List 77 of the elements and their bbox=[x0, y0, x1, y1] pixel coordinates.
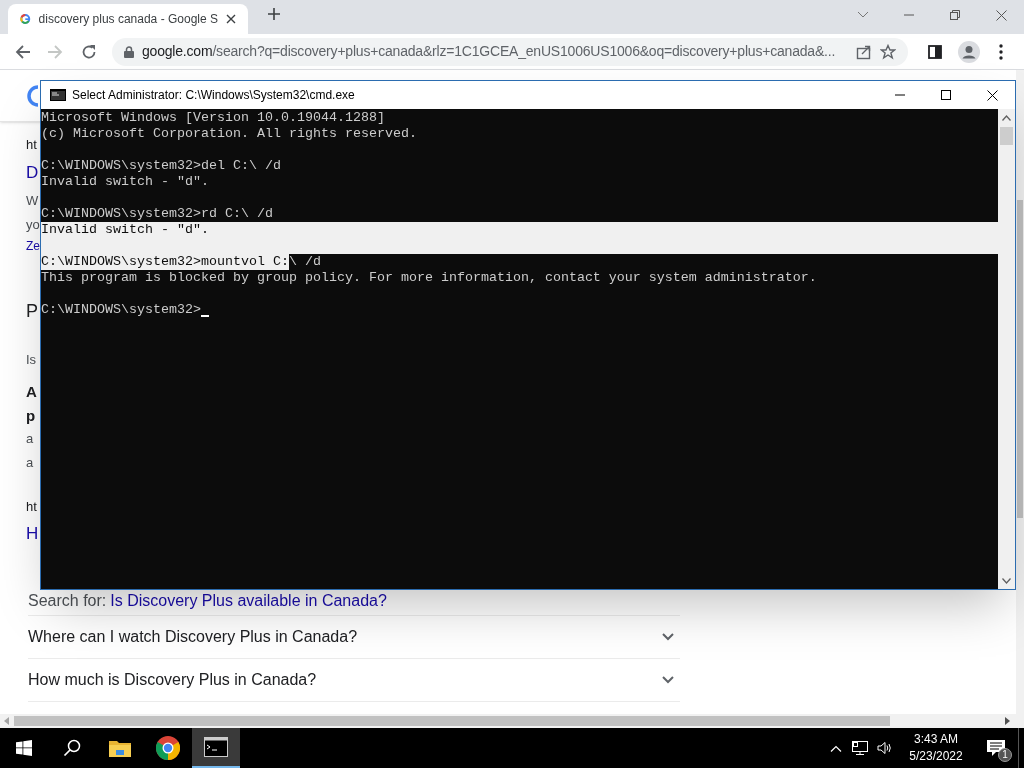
scroll-down-icon bbox=[1002, 578, 1011, 584]
scrollbar-thumb[interactable] bbox=[14, 716, 890, 726]
terminal-icon bbox=[50, 89, 66, 101]
scroll-up-icon bbox=[1002, 115, 1011, 121]
scrollbar-thumb[interactable] bbox=[1017, 200, 1023, 518]
restore-icon bbox=[950, 10, 960, 20]
minimize-icon bbox=[895, 94, 905, 96]
text-fragment: ht bbox=[26, 138, 37, 151]
related-search-link[interactable]: Is Discovery Plus available in Canada? bbox=[110, 588, 387, 613]
chevron-down-icon bbox=[662, 633, 674, 641]
console-text: (c) Microsoft Corporation. All rights reserved. bbox=[41, 126, 417, 142]
selected-console-text: Invalid switch - "d". bbox=[41, 222, 209, 238]
chevron-up-icon bbox=[830, 744, 842, 752]
console-text: C:\WINDOWS\system32> bbox=[41, 302, 201, 318]
forward-arrow-icon bbox=[47, 43, 63, 60]
chrome-icon bbox=[156, 736, 180, 760]
lock-icon bbox=[124, 45, 134, 58]
console-text: Microsoft Windows [Version 10.0.19044.1288] bbox=[41, 110, 385, 126]
text-fragment: H bbox=[26, 525, 39, 542]
back-arrow-icon bbox=[15, 43, 31, 60]
reload-icon bbox=[81, 43, 97, 60]
text-fragment: W bbox=[26, 194, 39, 207]
browser-tab[interactable]: discovery plus canada - Google S bbox=[8, 4, 248, 34]
search-for-label: Search for: bbox=[28, 590, 107, 611]
text-fragment: Ze bbox=[26, 240, 40, 252]
window-title: Select Administrator: C:\Windows\System32\cmd.exe bbox=[72, 87, 356, 104]
taskbar-button[interactable] bbox=[192, 728, 240, 768]
side-panel-icon bbox=[928, 44, 942, 59]
question-row[interactable]: Where can I watch Discovery Plus in Canada? bbox=[28, 616, 680, 659]
text-fragment: yo bbox=[26, 218, 40, 231]
selected-console-text: C:\WINDOWS\system32>mountvol C: bbox=[41, 254, 289, 270]
notification-badge: 1 bbox=[998, 748, 1012, 762]
scrollbar-thumb[interactable] bbox=[1000, 127, 1013, 145]
profile-icon bbox=[958, 40, 980, 63]
plus-icon bbox=[267, 7, 281, 21]
text-fragment: D bbox=[26, 164, 39, 181]
text-fragment: p bbox=[26, 408, 36, 423]
question-text: Where can I watch Discovery Plus in Canada? bbox=[28, 627, 358, 647]
tab-title: discovery plus canada - Google S bbox=[38, 11, 218, 28]
folder-icon bbox=[109, 739, 131, 757]
url-text: google.com/search?q=discovery+plus+canada&rlz=1C1GCEA_enUS1006US1006&oq=discovery+plus+canada&... bbox=[142, 42, 837, 61]
text-fragment: Is bbox=[26, 353, 37, 366]
console-text: This program is blocked by group policy. For more information, contact your system administrator. bbox=[41, 270, 817, 286]
star-icon bbox=[880, 43, 896, 60]
share-icon bbox=[856, 43, 872, 60]
console-text: \ /d bbox=[288, 254, 321, 270]
console-text: C:\WINDOWS\system32>rd C:\ /d bbox=[41, 206, 273, 222]
question-text: How much is Discovery Plus in Canada? bbox=[28, 670, 317, 690]
google-logo-icon bbox=[24, 83, 38, 108]
text-fragment: ht bbox=[26, 500, 37, 513]
close-icon bbox=[986, 89, 998, 101]
google-icon bbox=[20, 11, 31, 27]
text-fragment: a bbox=[26, 432, 34, 445]
close-icon bbox=[995, 9, 1007, 21]
chevron-down-icon bbox=[662, 676, 674, 684]
action-center-button[interactable]: 1 bbox=[974, 728, 1018, 768]
text-fragment: P bbox=[26, 302, 38, 320]
chevron-down-icon bbox=[857, 11, 869, 19]
volume-icon bbox=[877, 741, 893, 755]
console-text: C:\WINDOWS\system32>del C:\ /d bbox=[41, 158, 281, 174]
text-fragment: a bbox=[26, 456, 34, 469]
address-bar[interactable]: google.com/search?q=discovery+plus+canada&rlz=1C1GCEA_enUS1006US1006&oq=discovery+plus+canada&... bbox=[112, 37, 908, 66]
network-icon bbox=[852, 741, 868, 755]
horizontal-scrollbar[interactable] bbox=[0, 714, 1016, 728]
vertical-scrollbar[interactable] bbox=[998, 109, 1015, 589]
notification-icon bbox=[987, 740, 1005, 756]
vertical-scrollbar[interactable] bbox=[1016, 70, 1024, 728]
maximize-icon bbox=[941, 90, 951, 100]
text-fragment: A bbox=[26, 384, 37, 399]
search-icon bbox=[63, 739, 81, 757]
more-vert-icon bbox=[999, 43, 1003, 60]
clock[interactable]: 3:43 AM 5/23/2022 bbox=[898, 728, 974, 768]
terminal-icon bbox=[204, 737, 228, 757]
question-row[interactable]: How much is Discovery Plus in Canada? bbox=[28, 659, 680, 702]
console-text: Invalid switch - "d". bbox=[41, 174, 209, 190]
minimize-icon bbox=[904, 14, 914, 16]
windows-icon bbox=[16, 740, 32, 756]
